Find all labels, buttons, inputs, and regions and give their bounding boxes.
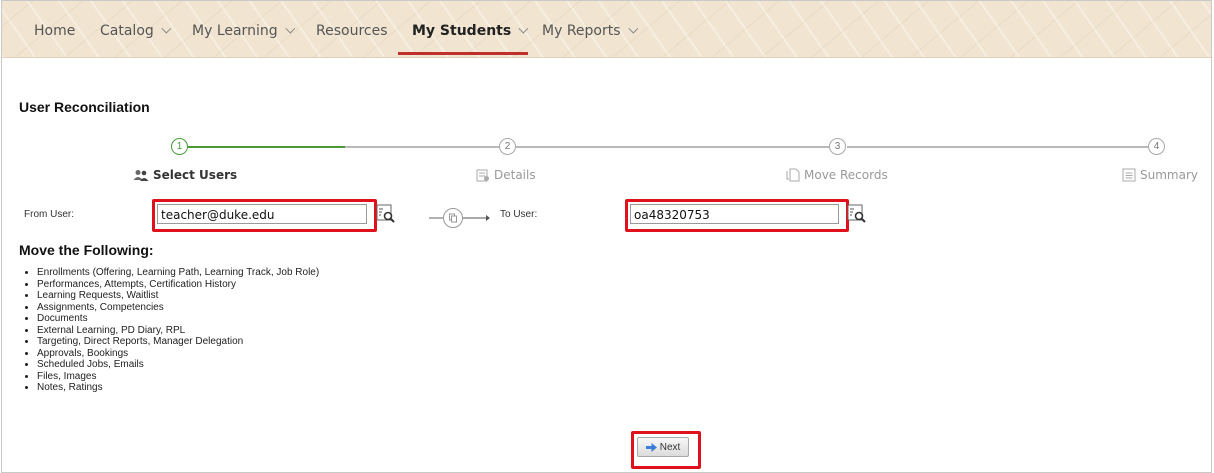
top-navigation: Home Catalog My Learning Resources My St… [2,1,1211,58]
list-item: Targeting, Direct Reports, Manager Deleg… [37,336,319,348]
nav-catalog[interactable]: Catalog [100,1,172,57]
list-item: Approvals, Bookings [37,348,319,360]
from-user-lookup-icon[interactable] [376,204,396,224]
step-connector [345,146,501,148]
summary-icon [1122,168,1136,182]
step-4-text: Summary [1140,168,1198,182]
list-item: Learning Requests, Waitlist [37,290,319,302]
move-section-title: Move the Following: [19,242,154,258]
page-title: User Reconciliation [19,99,150,115]
list-item: External Learning, PD Diary, RPL [37,325,319,337]
nav-resources-label: Resources [316,23,388,39]
list-item: Notes, Ratings [37,382,319,394]
step-3-text: Move Records [804,168,888,182]
transfer-arrow-icon [429,208,490,228]
move-records-icon [786,168,800,182]
chevron-down-icon [284,23,295,34]
step-1-text: Select Users [153,168,238,182]
to-user-lookup-icon[interactable] [847,204,867,224]
to-user-input[interactable]: oa48320753 [630,204,839,224]
move-items-list: Enrollments (Offering, Learning Path, Le… [19,267,319,394]
step-2-text: Details [494,168,536,182]
step-connector [847,146,1149,148]
nav-my-reports[interactable]: My Reports [542,1,638,57]
active-nav-indicator [398,52,528,55]
step-1-label: Select Users [133,168,237,182]
nav-home[interactable]: Home [34,1,75,57]
step-2-label: Details [476,168,536,182]
nav-home-label: Home [34,23,76,39]
next-button[interactable]: Next [637,437,689,457]
step-1-marker: 1 [171,138,188,155]
nav-catalog-label: Catalog [100,23,154,39]
nav-my-students-label: My Students [412,23,512,39]
list-item: Documents [37,313,319,325]
step-4-marker: 4 [1148,138,1165,155]
step-3-label: Move Records [786,168,888,182]
page-frame: Home Catalog My Learning Resources My St… [1,0,1212,473]
nav-my-learning-label: My Learning [192,23,278,39]
step-4-label: Summary [1122,168,1198,182]
list-item: Assignments, Competencies [37,302,319,314]
list-item: Performances, Attempts, Certification Hi… [37,279,319,291]
from-user-label: From User: [24,209,74,220]
nav-resources[interactable]: Resources [316,1,388,57]
list-item: Scheduled Jobs, Emails [37,359,319,371]
step-3-marker: 3 [829,138,846,155]
to-user-label: To User: [500,209,538,220]
chevron-down-icon [161,23,172,34]
details-icon [476,169,489,182]
users-icon [133,170,149,181]
nav-my-reports-label: My Reports [542,23,621,39]
arrow-right-icon [645,443,657,452]
nav-my-learning[interactable]: My Learning [192,1,295,57]
list-item: Files, Images [37,371,319,383]
chevron-down-icon [627,23,638,34]
nav-my-students[interactable]: My Students [412,1,529,57]
step-connector-completed [185,146,345,148]
next-button-label: Next [659,442,681,453]
step-connector [516,146,830,148]
step-2-marker: 2 [499,138,516,155]
from-user-input[interactable]: teacher@duke.edu [157,204,367,224]
chevron-down-icon [518,23,529,34]
list-item: Enrollments (Offering, Learning Path, Le… [37,267,319,279]
